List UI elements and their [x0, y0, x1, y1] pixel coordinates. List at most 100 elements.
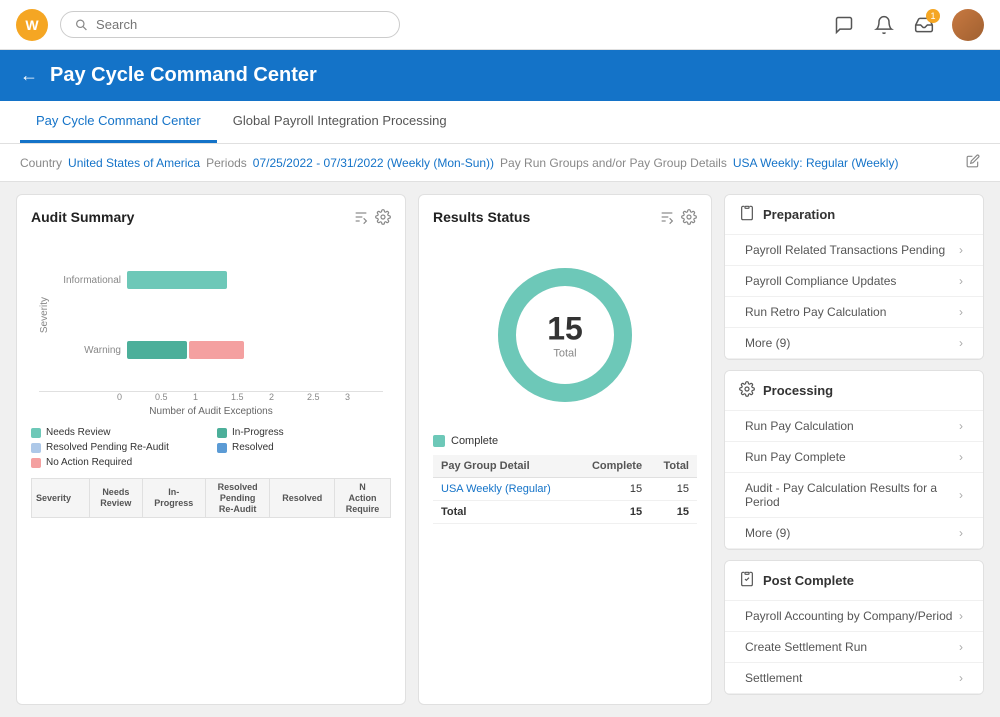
- post-complete-item-0[interactable]: Payroll Accounting by Company/Period ›: [725, 601, 983, 632]
- audit-summary-actions[interactable]: [353, 209, 391, 225]
- periods-value: 07/25/2022 - 07/31/2022 (Weekly (Mon-Sun…: [253, 156, 494, 170]
- filters-bar: Country United States of America Periods…: [0, 144, 1000, 182]
- results-status-actions[interactable]: [659, 209, 697, 225]
- donut-center: 15 Total: [547, 311, 583, 360]
- processing-card: Processing Run Pay Calculation › Run Pay…: [724, 370, 984, 550]
- audit-summary-header: Audit Summary: [31, 209, 391, 225]
- search-icon: [75, 18, 88, 32]
- preparation-header: Preparation: [725, 195, 983, 235]
- legend-resolved: Resolved: [217, 442, 391, 453]
- workday-logo: W: [16, 9, 48, 41]
- legend-in-progress: In-Progress: [217, 427, 391, 438]
- col-total: Total: [650, 455, 697, 478]
- bar-label-informational: Informational: [56, 275, 121, 286]
- results-legend: Complete: [433, 435, 697, 447]
- processing-item-1[interactable]: Run Pay Complete ›: [725, 442, 983, 473]
- chevron-icon: ›: [959, 609, 963, 623]
- usa-weekly-link[interactable]: USA Weekly (Regular): [441, 483, 551, 495]
- inbox-badge: 1: [926, 9, 940, 23]
- gear-icon: [739, 381, 755, 400]
- col-pay-group: Pay Group Detail: [433, 455, 575, 478]
- search-input[interactable]: [96, 17, 385, 32]
- row-complete-1: 15: [575, 478, 650, 501]
- payrun-label: Pay Run Groups and/or Pay Group Details: [500, 156, 727, 170]
- chevron-icon: ›: [959, 336, 963, 350]
- donut-wrap: 15 Total: [485, 255, 645, 415]
- bell-icon[interactable]: [872, 13, 896, 37]
- logo-text: W: [25, 17, 38, 33]
- nav-icons: 1: [832, 9, 984, 41]
- avatar[interactable]: [952, 9, 984, 41]
- page-header: ← Pay Cycle Command Center: [0, 50, 1000, 101]
- search-bar[interactable]: [60, 11, 400, 38]
- country-value: United States of America: [68, 156, 200, 170]
- x-axis-label: Number of Audit Exceptions: [39, 406, 383, 417]
- preparation-item-1[interactable]: Payroll Compliance Updates ›: [725, 266, 983, 297]
- audit-legend: Needs Review In-Progress Resolved Pendin…: [31, 427, 391, 468]
- donut-label: Total: [547, 348, 583, 360]
- back-button[interactable]: ←: [20, 65, 38, 86]
- legend-needs-review: Needs Review: [31, 427, 205, 438]
- chevron-icon: ›: [959, 419, 963, 433]
- col-complete: Complete: [575, 455, 650, 478]
- results-legend-label: Complete: [451, 435, 498, 447]
- legend-resolved-pending: Resolved Pending Re-Audit: [31, 442, 205, 453]
- chevron-icon: ›: [959, 243, 963, 257]
- y-axis-label: Severity: [39, 297, 50, 333]
- payrun-value: USA Weekly: Regular (Weekly): [733, 156, 899, 170]
- chevron-icon: ›: [959, 305, 963, 319]
- post-complete-header: Post Complete: [725, 561, 983, 601]
- preparation-title: Preparation: [763, 207, 835, 222]
- severity-table: Severity NeedsReview In-Progress Resolve…: [31, 478, 391, 518]
- total-total: 15: [650, 501, 697, 524]
- donut-number: 15: [547, 311, 583, 348]
- audit-summary-title: Audit Summary: [31, 209, 134, 225]
- post-complete-item-1[interactable]: Create Settlement Run ›: [725, 632, 983, 663]
- bar-warning-green: [127, 341, 187, 359]
- processing-more[interactable]: More (9) ›: [725, 518, 983, 549]
- processing-item-2[interactable]: Audit - Pay Calculation Results for a Pe…: [725, 473, 983, 518]
- page-title: Pay Cycle Command Center: [50, 64, 317, 87]
- preparation-more[interactable]: More (9) ›: [725, 328, 983, 359]
- preparation-item-2[interactable]: Run Retro Pay Calculation ›: [725, 297, 983, 328]
- preparation-item-0[interactable]: Payroll Related Transactions Pending ›: [725, 235, 983, 266]
- edit-icon[interactable]: [966, 154, 980, 171]
- preparation-card: Preparation Payroll Related Transactions…: [724, 194, 984, 360]
- tabs-bar: Pay Cycle Command Center Global Payroll …: [0, 101, 1000, 144]
- processing-item-0[interactable]: Run Pay Calculation ›: [725, 411, 983, 442]
- results-status-title: Results Status: [433, 209, 530, 225]
- total-label: Total: [433, 501, 575, 524]
- tab-pay-cycle[interactable]: Pay Cycle Command Center: [20, 101, 217, 143]
- row-total-1: 15: [650, 478, 697, 501]
- tab-global-payroll[interactable]: Global Payroll Integration Processing: [217, 101, 463, 143]
- chat-icon[interactable]: [832, 13, 856, 37]
- audit-summary-card: Audit Summary Severity In: [16, 194, 406, 705]
- country-label: Country: [20, 156, 62, 170]
- donut-container: 15 Total: [433, 235, 697, 435]
- bar-informational-teal: [127, 271, 227, 289]
- results-status-card: Results Status 15: [418, 194, 712, 705]
- chevron-icon: ›: [959, 526, 963, 540]
- chevron-icon: ›: [959, 671, 963, 685]
- chevron-icon: ›: [959, 640, 963, 654]
- post-complete-title: Post Complete: [763, 573, 854, 588]
- bar-warning-pink: [189, 341, 244, 359]
- processing-title: Processing: [763, 383, 833, 398]
- post-complete-card: Post Complete Payroll Accounting by Comp…: [724, 560, 984, 695]
- chevron-icon: ›: [959, 274, 963, 288]
- right-panel: Preparation Payroll Related Transactions…: [724, 194, 984, 705]
- total-complete: 15: [575, 501, 650, 524]
- results-table: Pay Group Detail Complete Total USA Week…: [433, 455, 697, 524]
- clipboard-icon: [739, 205, 755, 224]
- top-nav: W 1: [0, 0, 1000, 50]
- legend-no-action: No Action Required: [31, 457, 205, 468]
- clipboard-check-icon: [739, 571, 755, 590]
- periods-label: Periods: [206, 156, 247, 170]
- inbox-icon[interactable]: 1: [912, 13, 936, 37]
- chevron-icon: ›: [959, 450, 963, 464]
- processing-header: Processing: [725, 371, 983, 411]
- table-row: USA Weekly (Regular) 15 15: [433, 478, 697, 501]
- main-content: Audit Summary Severity In: [0, 182, 1000, 717]
- post-complete-item-2[interactable]: Settlement ›: [725, 663, 983, 694]
- chevron-icon: ›: [959, 488, 963, 502]
